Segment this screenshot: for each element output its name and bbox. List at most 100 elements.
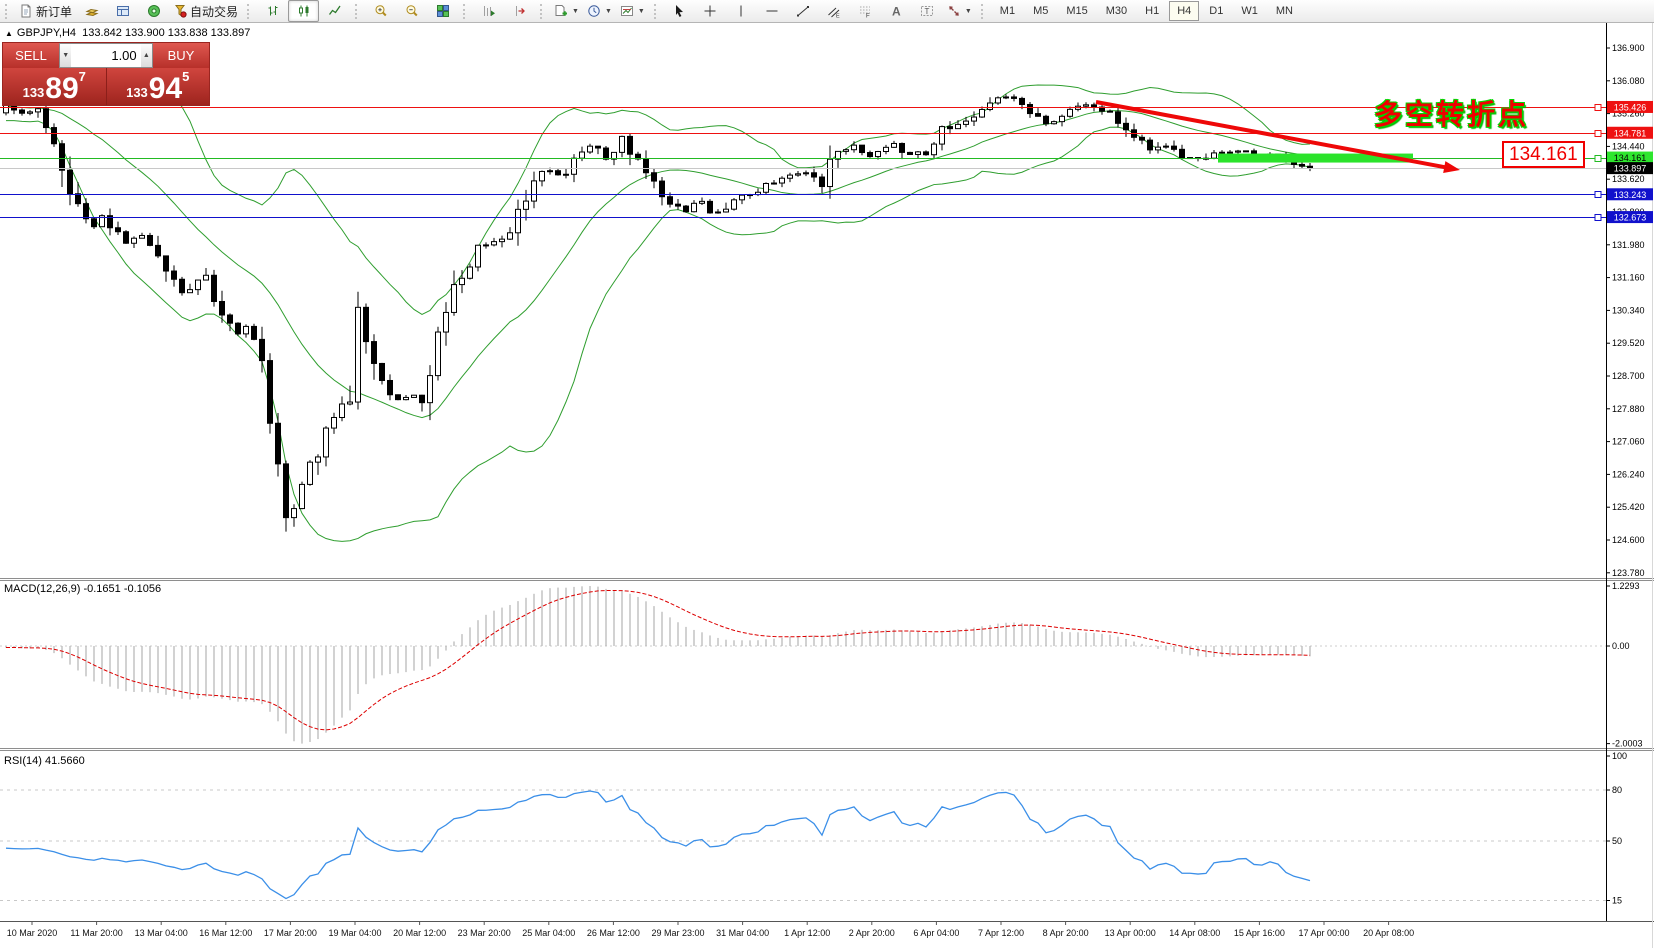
svg-text:7 Apr 12:00: 7 Apr 12:00 xyxy=(978,928,1024,938)
toolbar-group-grip xyxy=(5,4,11,19)
svg-text:15 Apr 16:00: 15 Apr 16:00 xyxy=(1234,928,1285,938)
bar-chart-icon xyxy=(266,4,280,18)
toolbar-button-bar-chart[interactable] xyxy=(257,0,288,22)
toolbar: 新订单 自动交易 ▼ ▼ ▼ E F A T ▼ M1M5M15M30H1H4D1W1MN xyxy=(0,0,1654,23)
templates-icon xyxy=(620,4,634,18)
toolbar-button-text-label[interactable]: T xyxy=(912,0,943,22)
dropdown-caret-icon[interactable]: ▼ xyxy=(605,8,612,15)
sell-button[interactable]: SELL xyxy=(3,43,59,68)
arrows-icon xyxy=(947,4,961,18)
candlestick-icon xyxy=(297,4,311,18)
svg-text:23 Mar 20:00: 23 Mar 20:00 xyxy=(458,928,511,938)
svg-text:16 Mar 12:00: 16 Mar 12:00 xyxy=(199,928,252,938)
svg-text:50: 50 xyxy=(1612,836,1622,846)
price-tag-133.897: 133.897 xyxy=(1607,162,1653,174)
sell-price[interactable]: 133897 xyxy=(3,68,106,105)
toolbar-button-text[interactable]: A xyxy=(881,0,912,22)
toolbar-button-autotrading[interactable]: 自动交易 xyxy=(169,0,242,22)
macd-indicator-label: MACD(12,26,9) -0.1651 -0.1056 xyxy=(4,583,161,595)
timeframe-button-m1[interactable]: M1 xyxy=(992,1,1023,21)
svg-text:19 Mar 04:00: 19 Mar 04:00 xyxy=(328,928,381,938)
dropdown-caret-icon[interactable]: ▼ xyxy=(965,8,972,15)
svg-text:6 Apr 04:00: 6 Apr 04:00 xyxy=(913,928,959,938)
toolbar-button-trendline[interactable] xyxy=(788,0,819,22)
svg-text:31 Mar 04:00: 31 Mar 04:00 xyxy=(716,928,769,938)
toolbar-button-zoom-in[interactable] xyxy=(365,0,396,22)
zoom-out-icon xyxy=(405,4,419,18)
toolbar-button-tile-windows[interactable] xyxy=(427,0,458,22)
toolbar-button-arrows[interactable]: ▼ xyxy=(943,0,976,22)
toolbar-button-data-window[interactable] xyxy=(107,0,138,22)
toolbar-group-grip xyxy=(247,4,253,19)
fibonacci-icon: F xyxy=(858,4,872,18)
svg-text:20 Mar 12:00: 20 Mar 12:00 xyxy=(393,928,446,938)
toolbar-group-grip xyxy=(463,4,469,19)
svg-text:20 Apr 08:00: 20 Apr 08:00 xyxy=(1363,928,1414,938)
buy-price[interactable]: 133945 xyxy=(106,68,210,105)
volume-increase-button[interactable]: ▲ xyxy=(141,44,152,67)
timeframe-button-w1[interactable]: W1 xyxy=(1233,1,1266,21)
svg-text:-2.0003: -2.0003 xyxy=(1612,739,1643,749)
svg-text:E: E xyxy=(836,14,840,19)
toolbar-button-zoom-out[interactable] xyxy=(396,0,427,22)
toolbar-button-new-order[interactable]: 新订单 xyxy=(15,0,76,22)
toolbar-button-horizontal-line[interactable] xyxy=(757,0,788,22)
svg-text:1 Apr 12:00: 1 Apr 12:00 xyxy=(784,928,830,938)
toolbar-button-new-chart[interactable]: ▼ xyxy=(550,0,583,22)
svg-text:17 Apr 00:00: 17 Apr 00:00 xyxy=(1298,928,1349,938)
toolbar-button-chart-shift[interactable] xyxy=(504,0,535,22)
timeframe-button-h1[interactable]: H1 xyxy=(1137,1,1167,21)
svg-text:129.520: 129.520 xyxy=(1612,338,1645,348)
timeframe-button-d1[interactable]: D1 xyxy=(1201,1,1231,21)
svg-text:25 Mar 04:00: 25 Mar 04:00 xyxy=(522,928,575,938)
dropdown-caret-icon[interactable]: ▼ xyxy=(572,8,579,15)
toolbar-button-crosshair[interactable] xyxy=(695,0,726,22)
svg-text:128.700: 128.700 xyxy=(1612,371,1645,381)
data-window-icon xyxy=(116,4,130,18)
svg-text:80: 80 xyxy=(1612,785,1622,795)
svg-text:11 Mar 20:00: 11 Mar 20:00 xyxy=(70,928,122,938)
toolbar-group-grip xyxy=(355,4,361,19)
dropdown-caret-icon[interactable]: ▼ xyxy=(638,8,645,15)
toolbar-button-vertical-line[interactable] xyxy=(726,0,757,22)
toolbar-button-market-watch[interactable] xyxy=(76,0,107,22)
chart-canvas: 136.900136.080135.260134.440133.620132.8… xyxy=(0,0,1654,948)
timeframe-button-m15[interactable]: M15 xyxy=(1058,1,1095,21)
toolbar-button-equidistant-channel[interactable]: E xyxy=(819,0,850,22)
collapse-panel-icon[interactable]: ▲ xyxy=(5,29,13,38)
timeframe-button-m5[interactable]: M5 xyxy=(1025,1,1056,21)
text-label-icon: T xyxy=(920,4,934,18)
svg-text:133.243: 133.243 xyxy=(1614,190,1647,200)
toolbar-button-periods[interactable]: ▼ xyxy=(583,0,616,22)
toolbar-button-line-chart[interactable] xyxy=(319,0,350,22)
toolbar-button-fibonacci[interactable]: F xyxy=(850,0,881,22)
svg-text:100: 100 xyxy=(1612,751,1627,761)
svg-text:13 Apr 00:00: 13 Apr 00:00 xyxy=(1105,928,1156,938)
volume-decrease-button[interactable]: ▼ xyxy=(60,44,71,67)
toolbar-button-templates[interactable]: ▼ xyxy=(616,0,649,22)
toolbar-button-navigator[interactable] xyxy=(138,0,169,22)
new-order-icon xyxy=(19,4,33,18)
buy-button[interactable]: BUY xyxy=(153,43,209,68)
svg-text:F: F xyxy=(866,14,870,19)
toolbar-button-auto-scroll[interactable] xyxy=(473,0,504,22)
svg-text:130.340: 130.340 xyxy=(1612,305,1645,315)
toolbar-button-cursor[interactable] xyxy=(664,0,695,22)
navigator-icon xyxy=(147,4,161,18)
timeframe-button-m30[interactable]: M30 xyxy=(1098,1,1135,21)
one-click-trading-panel: SELL ▼ ▲ BUY 133897 133945 xyxy=(2,42,210,106)
svg-text:136.080: 136.080 xyxy=(1612,76,1645,86)
svg-text:0.00: 0.00 xyxy=(1612,641,1630,651)
text-icon: A xyxy=(889,4,903,18)
annotation-turning-point-text[interactable]: 多空转折点 xyxy=(1374,93,1529,133)
timeframe-button-h4[interactable]: H4 xyxy=(1169,1,1199,21)
svg-text:123.780: 123.780 xyxy=(1612,568,1645,578)
svg-text:15: 15 xyxy=(1612,896,1622,906)
vertical-line-icon xyxy=(734,4,748,18)
volume-input[interactable] xyxy=(71,44,140,67)
price-tag-132.673: 132.673 xyxy=(1607,211,1653,223)
annotation-price-box[interactable]: 134.161 xyxy=(1502,141,1585,168)
timeframe-button-mn[interactable]: MN xyxy=(1268,1,1301,21)
svg-text:26 Mar 12:00: 26 Mar 12:00 xyxy=(587,928,640,938)
toolbar-button-candlestick-chart[interactable] xyxy=(288,0,319,22)
